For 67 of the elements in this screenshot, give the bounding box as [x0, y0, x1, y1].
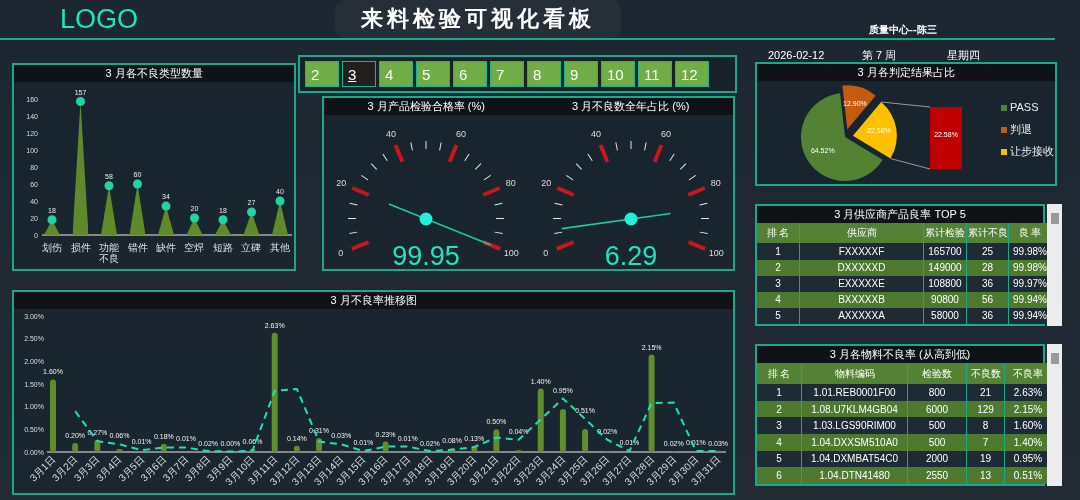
table-title: 3 月各物料不良率 (从高到低)	[757, 346, 1043, 363]
gauge-reading: 6.29	[604, 241, 658, 270]
column-header: 排 名	[757, 363, 802, 385]
table-cell: 13	[966, 467, 1005, 484]
scale-label: 20	[540, 178, 551, 189]
table-cell: FXXXXXF	[799, 243, 924, 260]
table-cell: 165700	[923, 243, 967, 260]
scale-label: 0	[542, 248, 548, 259]
column-header: 不良数	[966, 363, 1005, 385]
legend-label: PASS	[1010, 101, 1039, 113]
axis-label: 功能不良	[98, 242, 121, 264]
table-cell: 1	[757, 384, 802, 401]
table-cell: 1.01.REB0001F00	[801, 384, 908, 401]
table-title: 3 月供应商产品良率 TOP 5	[757, 206, 1043, 223]
table-cell: 3	[757, 417, 802, 435]
axis-label: 损件	[69, 242, 92, 255]
scale-label: 60	[456, 128, 467, 139]
scale-label: 40	[590, 128, 601, 139]
column-header: 累计检验	[923, 223, 967, 244]
week-label: 第 7 周	[862, 48, 898, 62]
table-cell: 4	[757, 434, 802, 451]
table-cell: 1.04.DXXSM510A0	[801, 434, 908, 451]
axis-label: 短路	[211, 242, 234, 255]
subtitle: 质量中心--陈三	[868, 23, 937, 37]
axis-label: 划伤	[41, 242, 64, 255]
panel-title: 3 月各判定结果占比	[757, 64, 1055, 81]
scale-label: 0	[338, 248, 344, 259]
table-cell: 7	[966, 434, 1005, 451]
axis-label: 缺件	[154, 242, 177, 255]
column-header: 排 名	[757, 223, 800, 244]
table-cell: 21	[966, 384, 1005, 401]
table-cell: 1.04.DTN41480	[801, 467, 908, 484]
table-cell: 800	[907, 384, 967, 401]
panel-title: 3 月产品检验合格率 (%)	[324, 98, 529, 115]
table-cell: 500	[907, 434, 967, 451]
table-cell: 1.03.LGS90RIM00	[801, 417, 908, 435]
weekday-label: 星期四	[947, 48, 980, 62]
table-cell: 8	[966, 417, 1005, 435]
gauge-reading: 99.95	[392, 241, 461, 270]
scale-label: 100	[708, 248, 724, 259]
scale-label: 100	[504, 248, 520, 259]
table-cell: 1	[757, 243, 800, 260]
legend-label: 判退	[1010, 123, 1032, 135]
axis-label: 其他	[268, 242, 291, 255]
scale-label: 60	[660, 128, 671, 139]
logo: LOGO	[59, 3, 140, 35]
column-header: 累计不良	[966, 223, 1009, 244]
axis-label: 错件	[126, 242, 149, 255]
scale-label: 80	[506, 178, 517, 189]
axis-label: 立碑	[240, 242, 263, 255]
panel-title: 3 月不良率推移图	[14, 292, 733, 309]
legend-label: 让步接收	[1010, 145, 1054, 157]
date-label: 2026-02-12	[768, 48, 826, 62]
scale-label: 20	[336, 178, 347, 189]
column-header: 物料编码	[801, 363, 908, 385]
table-cell: 25	[966, 243, 1009, 260]
axis-label: 空焊	[183, 242, 206, 255]
table-cell: 2550	[907, 467, 967, 484]
table-cell: 500	[907, 417, 967, 435]
panel-title: 3 月不良数全年占比 (%)	[528, 98, 733, 115]
column-header: 检验数	[907, 363, 967, 385]
table-cell: 6	[757, 467, 802, 484]
scale-label: 80	[710, 178, 721, 189]
panel-title: 3 月各不良类型数量	[14, 65, 294, 82]
scale-label: 40	[386, 128, 397, 139]
dashboard-title: 来料检验可视化看板	[335, 0, 621, 38]
column-header: 供应商	[799, 223, 924, 244]
